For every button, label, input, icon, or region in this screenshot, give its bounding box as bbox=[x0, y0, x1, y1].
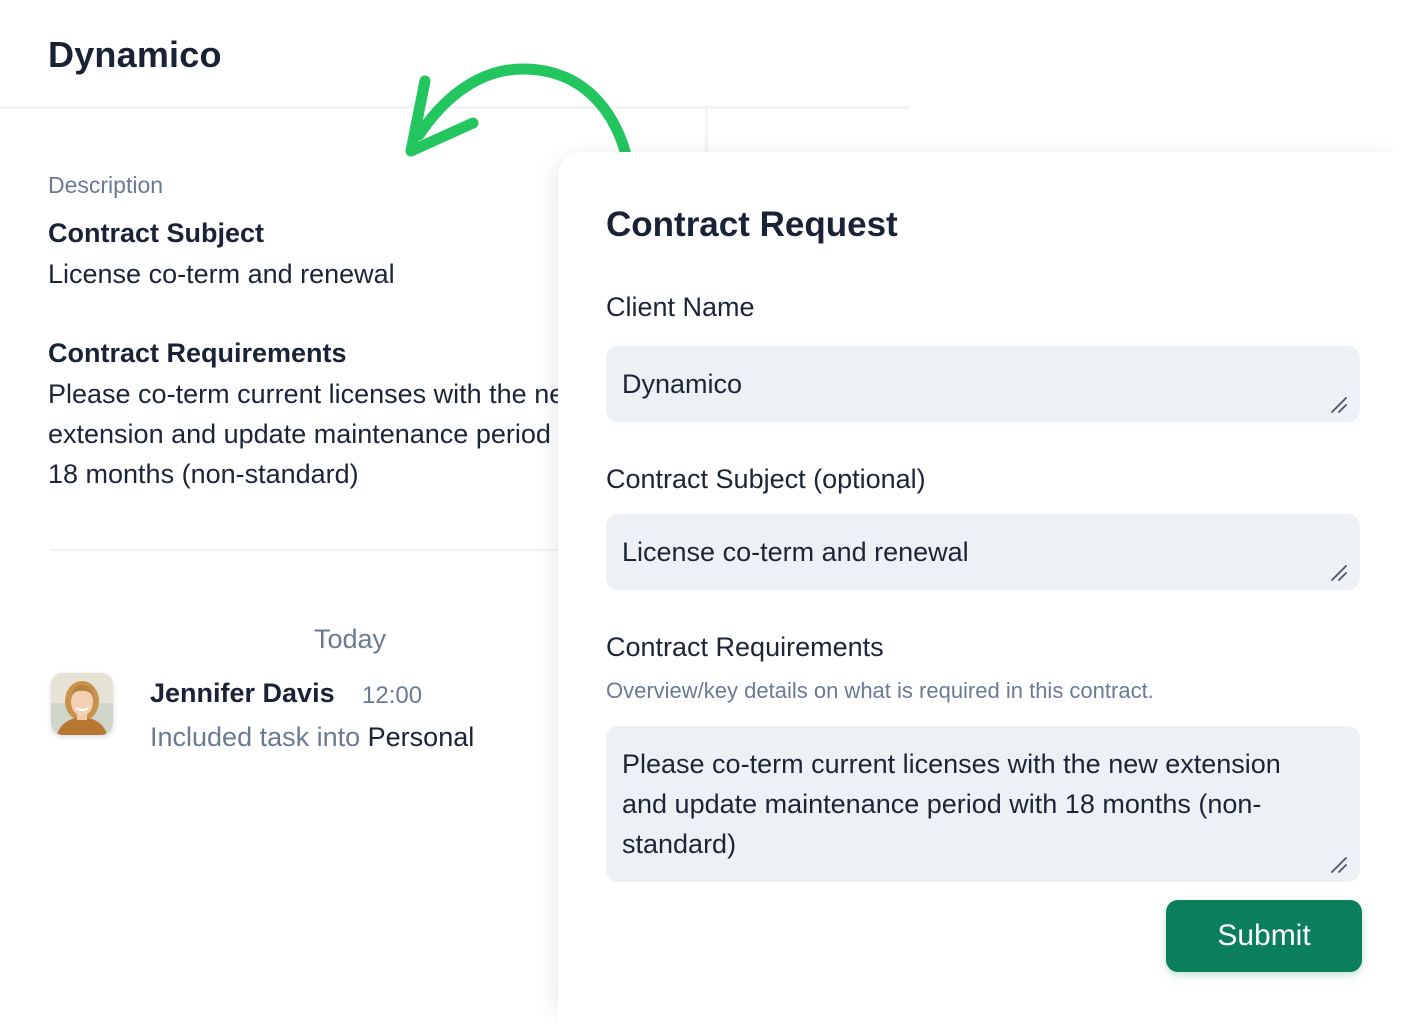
contract-subject-label: Contract Subject (optional) bbox=[606, 464, 926, 494]
activity-target-link[interactable]: Personal bbox=[368, 722, 475, 752]
contract-requirements-value: Please co-term current licenses with the… bbox=[622, 749, 1281, 859]
requirements-text: Please co-term current licenses with the… bbox=[48, 379, 607, 489]
contract-requirements-field[interactable]: Please co-term current licenses with the… bbox=[606, 726, 1360, 882]
resize-handle-icon[interactable] bbox=[1328, 854, 1348, 874]
section-divider bbox=[50, 549, 570, 551]
subject-heading: Contract Subject bbox=[48, 218, 265, 248]
resize-handle-icon[interactable] bbox=[1328, 562, 1348, 582]
client-name-field[interactable]: Dynamico bbox=[606, 346, 1360, 422]
submit-button[interactable]: Submit bbox=[1166, 900, 1362, 972]
activity-date-label: Today bbox=[314, 624, 387, 654]
activity-time: 12:00 bbox=[362, 682, 423, 709]
user-avatar bbox=[51, 673, 113, 735]
task-title: Dynamico bbox=[48, 34, 222, 75]
contract-requirements-help: Overview/key details on what is required… bbox=[606, 678, 1154, 703]
app-stage: Dynamico Description Contract Subject Li… bbox=[0, 0, 1408, 1024]
contract-subject-field[interactable]: License co-term and renewal bbox=[606, 514, 1360, 590]
description-label: Description bbox=[48, 172, 164, 198]
form-title: Contract Request bbox=[606, 205, 898, 244]
activity-user-name: Jennifer Davis bbox=[150, 678, 335, 708]
client-name-label: Client Name bbox=[606, 292, 755, 322]
contract-request-card: Contract Request Client Name Dynamico Co… bbox=[558, 152, 1408, 1024]
contract-subject-value: License co-term and renewal bbox=[622, 537, 969, 567]
activity-description: Included task into Personal bbox=[150, 722, 474, 753]
activity-action: Included task into bbox=[150, 722, 361, 752]
contract-requirements-label: Contract Requirements bbox=[606, 632, 884, 662]
subject-text: License co-term and renewal bbox=[48, 259, 395, 289]
resize-handle-icon[interactable] bbox=[1328, 394, 1348, 414]
client-name-value: Dynamico bbox=[622, 369, 743, 399]
requirements-heading: Contract Requirements bbox=[48, 338, 347, 368]
